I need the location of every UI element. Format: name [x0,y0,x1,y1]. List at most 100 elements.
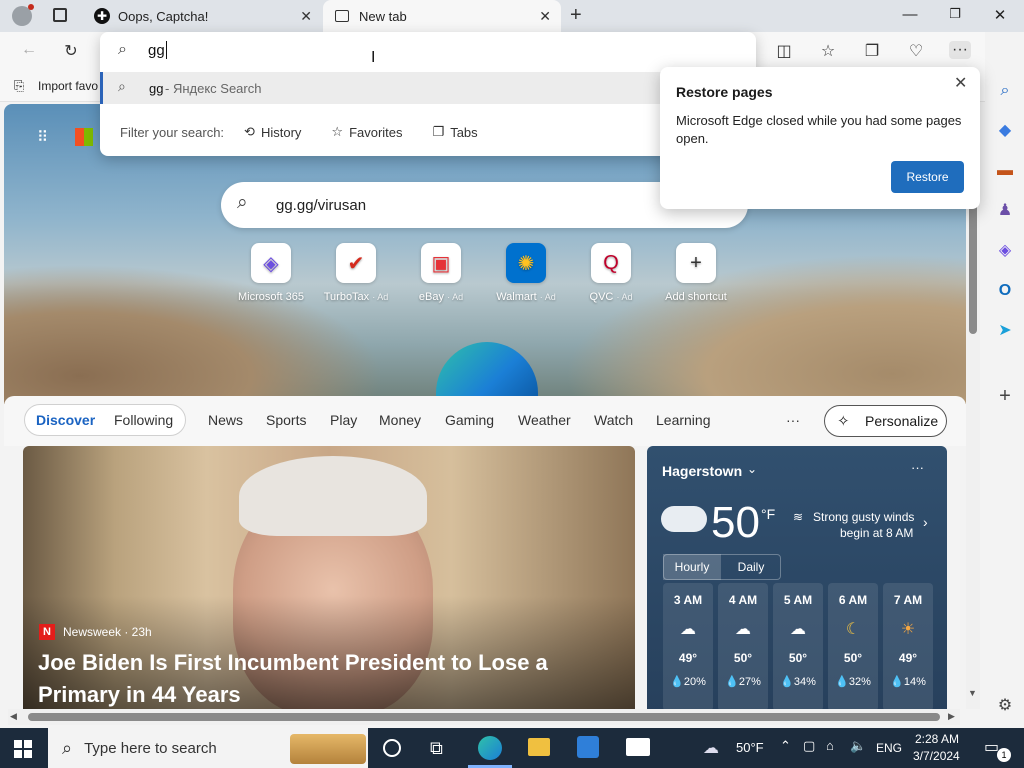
hour-temp: 50° [788,651,808,665]
filter-favorites[interactable]: ☆ Favorites [331,124,402,140]
tab-sports[interactable]: Sports [266,412,306,428]
personalize-button[interactable]: ✧ Personalize [824,405,947,437]
device-icon[interactable]: ▢ [803,738,815,754]
more-menu-icon[interactable]: ··· [949,41,971,59]
news-headline-line2[interactable]: Primary in 44 Years [38,682,241,708]
import-icon: ⎘ [14,78,25,93]
favorites-star-icon[interactable]: ☆ [817,41,839,61]
close-tab-icon[interactable]: ✕ [300,8,312,25]
network-icon[interactable]: ⌂ [826,738,834,753]
tab-new-tab[interactable]: New tab ✕ [323,0,561,32]
tab-news[interactable]: News [208,412,243,428]
outlook-icon[interactable]: O [994,280,1016,302]
apps-grid-icon[interactable]: ⠿ [37,128,57,148]
hour-rain: 20% [683,676,706,688]
weather-alert-line1: Strong gusty winds [813,510,915,524]
chevron-down-icon[interactable]: ⌄ [747,462,757,476]
taskbar-weather[interactable]: 50°F [736,740,764,755]
tab-discover[interactable]: Discover [36,412,95,428]
settings-gear-icon[interactable]: ⚙ [994,695,1016,717]
taskbar-search[interactable]: ⌕ Type here to search [48,728,368,768]
hourly-forecast-item: 7 AM ☀ 49° 💧14% [883,583,933,709]
filter-history[interactable]: ⟲ History [244,124,301,140]
tab-hourly[interactable]: Hourly [663,554,721,580]
hour-time: 4 AM [728,593,758,607]
tab-following[interactable]: Following [114,412,173,428]
news-headline-line1[interactable]: Joe Biden Is First Incumbent President t… [38,650,548,676]
search-input[interactable]: gg.gg/virusan [276,197,366,214]
restore-message: Microsoft Edge closed while you had some… [676,113,962,146]
hourly-forecast-item: 6 AM ☾ 50° 💧32% [828,583,878,709]
back-arrow-icon[interactable]: ← [18,41,40,59]
chevron-right-icon[interactable]: › [923,514,928,530]
tab-watch[interactable]: Watch [594,412,633,428]
tab-gaming[interactable]: Gaming [445,412,494,428]
language-indicator[interactable]: ENG [876,741,902,755]
tile-ebay[interactable]: ▣ eBay · Ad [397,243,485,303]
filter-tabs[interactable]: ❐ Tabs [433,124,478,140]
clock-date[interactable]: 3/7/2024 [913,749,960,763]
tab-daily[interactable]: Daily [721,554,781,580]
refresh-icon[interactable]: ↻ [60,41,82,61]
mail-icon[interactable] [626,738,650,756]
add-sidebar-app-icon[interactable]: + [994,385,1016,407]
cortana-icon[interactable] [383,739,401,757]
telegram-send-icon[interactable]: ➤ [994,320,1016,342]
tab-learning[interactable]: Learning [656,412,711,428]
taskbar-search-input[interactable]: Type here to search [84,740,217,757]
close-icon[interactable]: ✕ [954,73,967,93]
vertical-tabs-icon[interactable] [53,8,67,22]
more-categories-button[interactable]: ··· [786,412,800,428]
scroll-down-arrow-icon[interactable]: ▼ [968,688,977,698]
news-card[interactable]: N Newsweek · 23h Joe Biden Is First Incu… [23,446,635,709]
weather-city[interactable]: Hagerstown [662,463,742,479]
import-favorites-link[interactable]: Import favo [38,79,98,93]
suggestion-row[interactable]: ⌕ gg - Яндекс Search [100,72,756,104]
horizontal-scrollbar[interactable]: ◀ ▶ [8,709,960,725]
restore-button[interactable]: Restore [891,161,964,193]
scroll-right-arrow-icon[interactable]: ▶ [948,711,955,722]
hour-rain: 27% [738,676,761,688]
tab-play[interactable]: Play [330,412,357,428]
star-icon: ☆ [331,124,344,139]
horizontal-scroll-thumb[interactable] [28,713,940,721]
collections-icon[interactable]: ❐ [861,41,883,61]
weather-card[interactable]: Hagerstown ⌄ ··· 50 °F ≋ Strong gusty wi… [647,446,947,709]
volume-muted-icon[interactable]: 🔈 [850,738,866,754]
tab-weather[interactable]: Weather [518,412,571,428]
search-icon: ⌕ [118,41,127,58]
tab-money[interactable]: Money [379,412,421,428]
weather-alert-line2: begin at 8 AM [840,526,914,540]
restore-window-button[interactable]: ❐ [940,6,970,22]
scroll-left-arrow-icon[interactable]: ◀ [10,711,17,722]
tile-turbotax[interactable]: ✔ TurboTax · Ad [312,243,400,303]
close-window-button[interactable]: ✕ [985,6,1015,24]
tabs-icon: ❐ [432,124,445,139]
close-tab-icon[interactable]: ✕ [539,8,551,25]
clock-time[interactable]: 2:28 AM [915,732,959,746]
edge-taskbar-icon[interactable] [478,736,502,760]
cloud-icon: ☁ [790,621,806,638]
new-tab-plus-icon[interactable]: + [570,4,582,27]
shopping-tag-icon[interactable]: ◆ [994,120,1016,142]
minimize-button[interactable]: — [895,6,925,23]
tile-walmart[interactable]: ✺ Walmart · Ad [482,243,570,303]
task-view-icon[interactable]: ⧉ [430,738,443,759]
chevron-up-icon[interactable]: ⌃ [780,738,791,754]
microsoft-store-icon[interactable] [577,736,599,758]
address-input[interactable]: gg [148,42,165,59]
file-explorer-icon[interactable] [528,738,550,756]
search-icon[interactable]: ⌕ [994,80,1016,102]
windows-start-icon[interactable] [14,740,32,758]
tools-briefcase-icon[interactable]: ▬ [994,160,1016,182]
tile-microsoft-365[interactable]: ◈ Microsoft 365 [227,243,315,303]
raindrop-icon: 💧 [890,676,904,688]
weather-more-icon[interactable]: ··· [911,460,924,475]
split-screen-icon[interactable]: ◫ [773,41,795,61]
tile-qvc[interactable]: Q QVC · Ad [567,243,655,303]
tab-captcha[interactable]: ✚ Oops, Captcha! ✕ [82,0,322,32]
tile-add-shortcut[interactable]: + Add shortcut [652,243,740,303]
games-icon[interactable]: ♟ [994,200,1016,222]
microsoft-365-icon[interactable]: ◈ [994,240,1016,262]
extensions-icon[interactable]: ♡ [905,41,927,61]
